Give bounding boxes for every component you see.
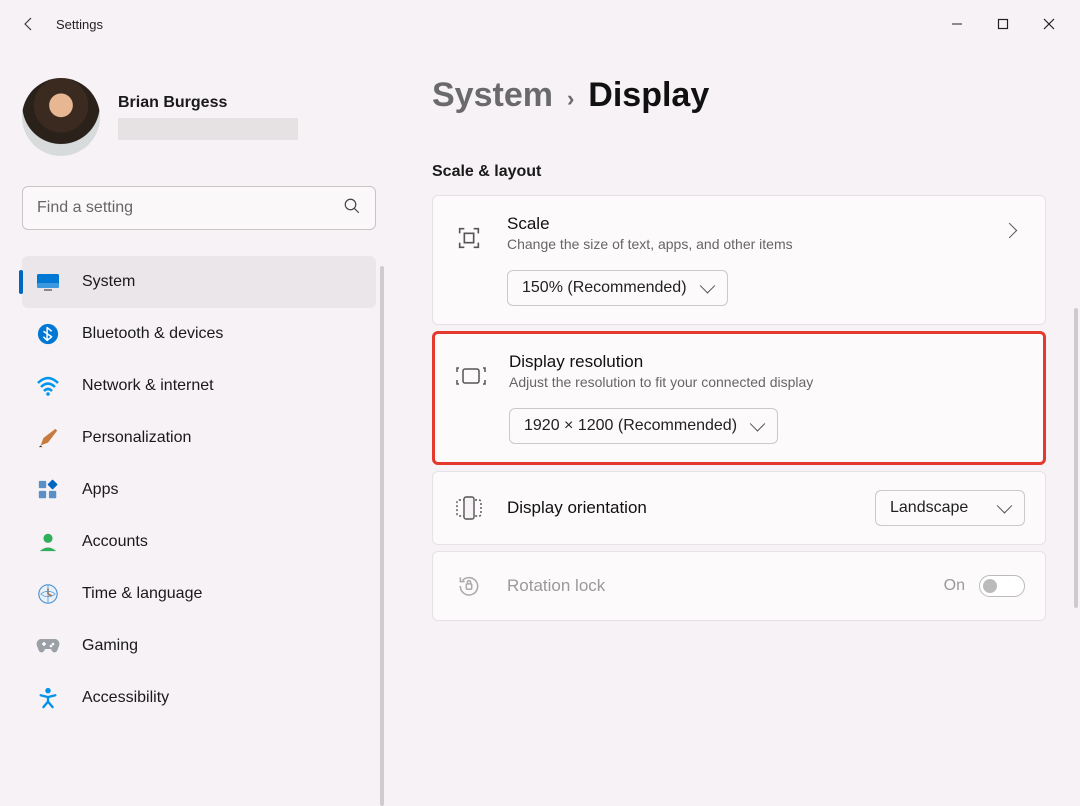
sidebar-item-label: Network & internet	[82, 377, 214, 395]
user-email-redacted	[118, 118, 298, 140]
search-icon	[343, 197, 361, 220]
close-button[interactable]	[1026, 8, 1072, 40]
gamepad-icon	[36, 634, 60, 658]
titlebar: Settings	[0, 0, 1080, 48]
scale-expand-button[interactable]	[993, 214, 1025, 246]
bluetooth-icon	[36, 322, 60, 346]
user-name: Brian Burgess	[118, 94, 376, 112]
sidebar-item-accessibility[interactable]: Accessibility	[22, 672, 376, 724]
content: System › Display Scale & layout Scale Ch…	[398, 48, 1080, 746]
sidebar-item-system[interactable]: System	[22, 256, 376, 308]
sidebar-scrollbar[interactable]	[380, 266, 384, 806]
sidebar-item-label: Apps	[82, 481, 118, 499]
app-title: Settings	[56, 17, 103, 32]
accounts-icon	[36, 530, 60, 554]
orientation-value: Landscape	[890, 499, 968, 517]
resolution-icon	[455, 360, 487, 392]
orientation-dropdown[interactable]: Landscape	[875, 490, 1025, 526]
resolution-card[interactable]: Display resolution Adjust the resolution…	[432, 331, 1046, 465]
scale-card[interactable]: Scale Change the size of text, apps, and…	[432, 195, 1046, 325]
window-controls	[934, 8, 1072, 40]
rotation-lock-toggle	[979, 575, 1025, 597]
sidebar-item-label: Personalization	[82, 429, 191, 447]
sidebar-item-network[interactable]: Network & internet	[22, 360, 376, 412]
scale-title: Scale	[507, 214, 971, 234]
back-button[interactable]	[8, 4, 48, 44]
resolution-value: 1920 × 1200 (Recommended)	[524, 417, 737, 435]
user-text: Brian Burgess	[118, 94, 376, 140]
content-scrollbar[interactable]	[1074, 308, 1078, 608]
rotation-lock-card: Rotation lock On	[432, 551, 1046, 621]
chevron-right-icon: ›	[567, 86, 574, 112]
accessibility-icon	[36, 686, 60, 710]
paintbrush-icon	[36, 426, 60, 450]
avatar	[22, 78, 100, 156]
breadcrumb: System › Display	[432, 76, 1046, 115]
scale-icon	[453, 222, 485, 254]
sidebar-item-gaming[interactable]: Gaming	[22, 620, 376, 672]
sidebar-item-time[interactable]: Time & language	[22, 568, 376, 620]
resolution-subtitle: Adjust the resolution to fit your connec…	[509, 374, 1023, 390]
sidebar: Brian Burgess System Bluetoo	[0, 48, 398, 746]
rotation-lock-title: Rotation lock	[507, 576, 922, 596]
sidebar-item-label: Accessibility	[82, 689, 169, 707]
breadcrumb-parent[interactable]: System	[432, 76, 553, 115]
sidebar-item-label: Bluetooth & devices	[82, 325, 223, 343]
minimize-button[interactable]	[934, 8, 980, 40]
search-box[interactable]	[22, 186, 376, 230]
nav: System Bluetooth & devices Network & int…	[22, 256, 376, 724]
sidebar-item-apps[interactable]: Apps	[22, 464, 376, 516]
maximize-button[interactable]	[980, 8, 1026, 40]
sidebar-item-label: Time & language	[82, 585, 202, 603]
rotation-lock-icon	[453, 570, 485, 602]
sidebar-item-label: Gaming	[82, 637, 138, 655]
scale-dropdown[interactable]: 150% (Recommended)	[507, 270, 728, 306]
sidebar-item-accounts[interactable]: Accounts	[22, 516, 376, 568]
scale-value: 150% (Recommended)	[522, 279, 687, 297]
clock-globe-icon	[36, 582, 60, 606]
orientation-icon	[453, 492, 485, 524]
resolution-dropdown[interactable]: 1920 × 1200 (Recommended)	[509, 408, 778, 444]
sidebar-item-label: System	[82, 273, 135, 291]
apps-icon	[36, 478, 60, 502]
search-input[interactable]	[37, 199, 343, 217]
section-header: Scale & layout	[432, 163, 1046, 181]
resolution-title: Display resolution	[509, 352, 1023, 372]
scale-subtitle: Change the size of text, apps, and other…	[507, 236, 971, 252]
wifi-icon	[36, 374, 60, 398]
page-title: Display	[588, 76, 709, 115]
sidebar-item-personalization[interactable]: Personalization	[22, 412, 376, 464]
sidebar-item-bluetooth[interactable]: Bluetooth & devices	[22, 308, 376, 360]
sidebar-item-label: Accounts	[82, 533, 148, 551]
rotation-state-label: On	[944, 577, 965, 595]
system-icon	[36, 270, 60, 294]
orientation-card[interactable]: Display orientation Landscape	[432, 471, 1046, 545]
user-profile[interactable]: Brian Burgess	[22, 48, 376, 186]
orientation-title: Display orientation	[507, 498, 853, 518]
